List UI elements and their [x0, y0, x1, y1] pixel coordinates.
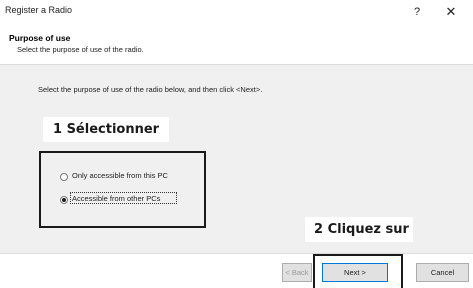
cancel-button[interactable]: Cancel — [416, 263, 469, 282]
next-button[interactable]: Next > — [322, 263, 388, 282]
back-button[interactable]: < Back — [282, 263, 312, 282]
options-highlight-box — [39, 151, 206, 228]
radio-selected-dot — [62, 198, 66, 202]
page-subtitle: Select the purpose of use of the radio. — [17, 45, 144, 54]
help-button[interactable]: ? — [404, 3, 430, 21]
option-label-only-this-pc[interactable]: Only accessible from this PC — [72, 171, 168, 180]
step1-callout: 1 Sélectionner — [43, 117, 169, 142]
window-title: Register a Radio — [5, 5, 73, 15]
page-title: Purpose of use — [9, 33, 71, 43]
instruction-text: Select the purpose of use of the radio b… — [38, 85, 263, 94]
step2-callout: 2 Cliquez sur — [305, 217, 413, 242]
radio-only-this-pc[interactable] — [60, 173, 68, 181]
option-label-other-pcs[interactable]: Accessible from other PCs — [72, 194, 160, 203]
close-button[interactable]: ✕ — [438, 3, 464, 21]
